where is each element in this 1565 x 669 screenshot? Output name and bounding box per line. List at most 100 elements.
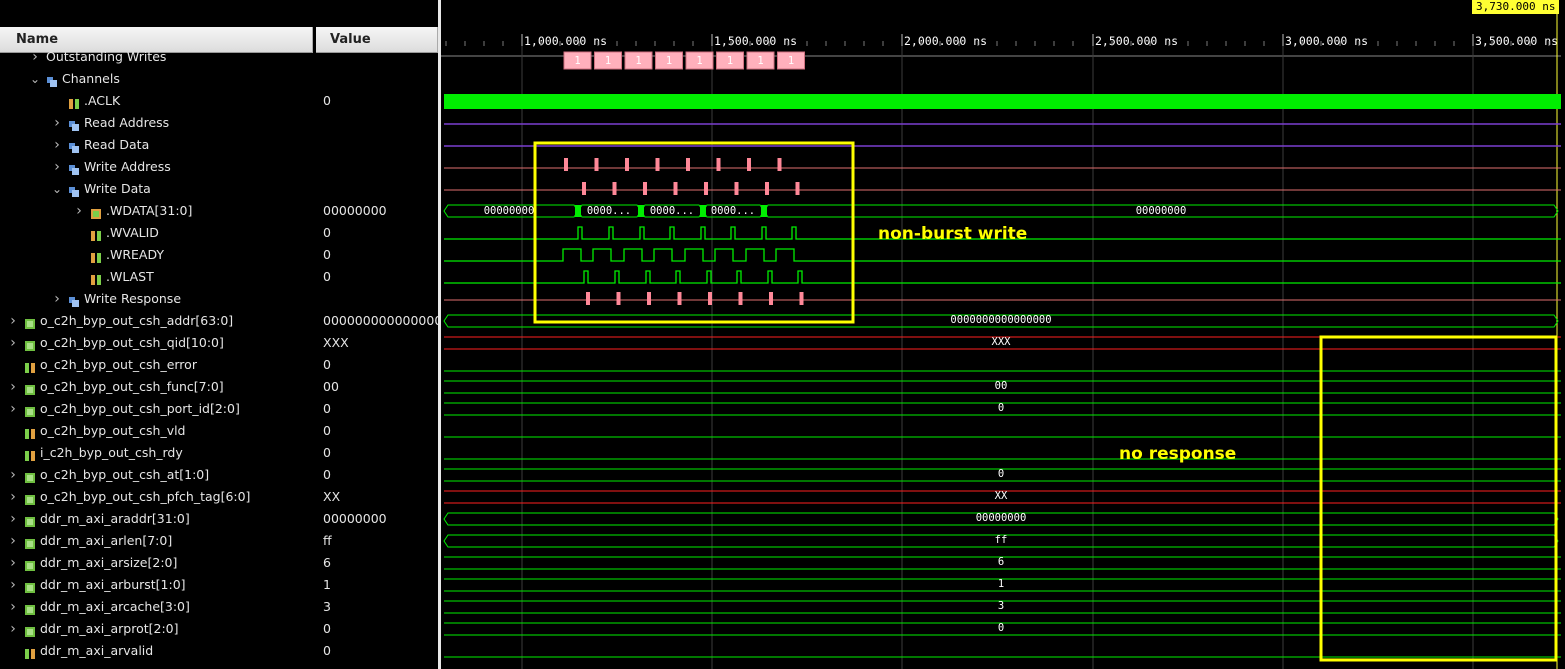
expand-chevron-icon[interactable]: › bbox=[52, 156, 62, 178]
bus-signal-icon bbox=[24, 601, 36, 615]
signal-row[interactable]: › o_c2h_byp_out_csh_func[7:0] bbox=[0, 376, 313, 398]
signal-name: i_c2h_byp_out_csh_rdy bbox=[40, 445, 183, 460]
expand-chevron-icon[interactable]: › bbox=[8, 618, 18, 640]
signal-row[interactable]: › ddr_m_axi_arprot[2:0] bbox=[0, 618, 313, 640]
signal-name: Outstanding Writes bbox=[46, 49, 167, 64]
expand-chevron-icon[interactable]: › bbox=[8, 552, 18, 574]
signal-value: 0 bbox=[323, 357, 331, 372]
expand-chevron-icon[interactable]: › bbox=[8, 376, 18, 398]
signal-name: o_c2h_byp_out_csh_addr[63:0] bbox=[40, 313, 234, 328]
signal-row[interactable]: › o_c2h_byp_out_csh_at[1:0] bbox=[0, 464, 313, 486]
signal-value: 3 bbox=[323, 599, 331, 614]
time-tick-label: 2,000.000 ns bbox=[904, 34, 987, 48]
signal-row[interactable]: › ddr_m_axi_araddr[31:0] bbox=[0, 508, 313, 530]
signal-row[interactable]: › o_c2h_byp_out_csh_pfch_tag[6:0] bbox=[0, 486, 313, 508]
signal-value: 0 bbox=[323, 269, 331, 284]
signal-value: 0 bbox=[323, 467, 331, 482]
wdata-transition-marker bbox=[575, 205, 581, 217]
expand-chevron-icon[interactable]: › bbox=[52, 288, 62, 310]
expand-chevron-icon[interactable]: › bbox=[8, 398, 18, 420]
signal-row[interactable]: › ddr_m_axi_arlen[7:0] bbox=[0, 530, 313, 552]
signal-name: Write Address bbox=[84, 159, 171, 174]
collapse-chevron-icon[interactable]: ⌄ bbox=[52, 178, 62, 200]
signal-row[interactable]: › ddr_m_axi_arburst[1:0] bbox=[0, 574, 313, 596]
expand-chevron-icon[interactable]: › bbox=[8, 596, 18, 618]
write-response-marker bbox=[647, 292, 651, 305]
signal-row[interactable]: › Write Address bbox=[0, 156, 313, 178]
signal-row[interactable]: › ddr_m_axi_arcache[3:0] bbox=[0, 596, 313, 618]
signal-row[interactable]: o_c2h_byp_out_csh_vld bbox=[0, 420, 313, 442]
expand-chevron-icon[interactable]: › bbox=[8, 530, 18, 552]
signal-name: Read Data bbox=[84, 137, 150, 152]
signal-row[interactable]: › o_c2h_byp_out_csh_port_id[2:0] bbox=[0, 398, 313, 420]
transaction-marker-label: 1 bbox=[727, 55, 733, 67]
wdata-transition-marker bbox=[700, 205, 706, 217]
signal-row[interactable]: › .WDATA[31:0] bbox=[0, 200, 313, 222]
waveform-canvas[interactable]: 1,000.000 ns 1,500.000 ns 2,000.000 ns 2,50… bbox=[441, 0, 1565, 669]
transaction-marker-label: 1 bbox=[574, 55, 580, 67]
signal-row[interactable]: › Outstanding Writes bbox=[0, 46, 313, 68]
signal-row[interactable]: o_c2h_byp_out_csh_error bbox=[0, 354, 313, 376]
expand-chevron-icon[interactable]: › bbox=[8, 508, 18, 530]
expand-chevron-icon[interactable]: › bbox=[8, 310, 18, 332]
expand-chevron-icon[interactable]: › bbox=[52, 112, 62, 134]
signal-name: .WVALID bbox=[106, 225, 159, 240]
signal-row[interactable]: i_c2h_byp_out_csh_rdy bbox=[0, 442, 313, 464]
non-burst-write-annotation: non-burst write bbox=[878, 224, 1028, 244]
expand-chevron-icon[interactable]: › bbox=[8, 332, 18, 354]
signal-value: 0 bbox=[323, 445, 331, 460]
value-column-header[interactable]: Value bbox=[316, 27, 438, 53]
wdata-transition-marker bbox=[638, 205, 644, 217]
signal-value: XXX bbox=[323, 335, 349, 350]
bit-signal-icon bbox=[68, 95, 80, 109]
signal-row[interactable]: .WVALID bbox=[0, 222, 313, 244]
arburst-wave-label: 1 bbox=[998, 578, 1004, 590]
bus-signal-icon bbox=[24, 337, 36, 351]
signal-row[interactable]: › o_c2h_byp_out_csh_qid[10:0] bbox=[0, 332, 313, 354]
signal-value: 00 bbox=[323, 379, 339, 394]
expand-chevron-icon[interactable]: › bbox=[8, 574, 18, 596]
write-data-marker bbox=[734, 182, 739, 195]
signal-row[interactable]: › Read Address bbox=[0, 112, 313, 134]
expand-chevron-icon[interactable]: › bbox=[52, 134, 62, 156]
signal-row[interactable]: ⌄ Write Data bbox=[0, 178, 313, 200]
non-burst-highlight-box bbox=[533, 141, 855, 324]
transaction-marker-label: 1 bbox=[635, 55, 641, 67]
signal-row[interactable]: .ACLK bbox=[0, 90, 313, 112]
signal-name: Channels bbox=[62, 71, 120, 86]
signal-value: XX bbox=[323, 489, 341, 504]
signal-name: Read Address bbox=[84, 115, 170, 130]
expand-chevron-icon[interactable]: › bbox=[8, 486, 18, 508]
signal-row[interactable]: ddr_m_axi_arvalid bbox=[0, 640, 313, 662]
group-icon bbox=[68, 161, 80, 175]
signal-value: 0 bbox=[323, 621, 331, 636]
expand-chevron-icon[interactable]: › bbox=[8, 464, 18, 486]
write-data-marker bbox=[582, 182, 586, 195]
signal-row[interactable]: › o_c2h_byp_out_csh_addr[63:0] bbox=[0, 310, 313, 332]
signal-row[interactable]: › ddr_m_axi_arsize[2:0] bbox=[0, 552, 313, 574]
write-address-marker bbox=[655, 158, 660, 171]
signal-row[interactable]: .WREADY bbox=[0, 244, 313, 266]
value-column: 0 00000000 0 0 0 0000000000000000 XXX 0 00 0 0 0 0 XX… bbox=[313, 0, 438, 669]
expand-chevron-icon[interactable]: › bbox=[30, 46, 40, 68]
bus-signal-icon bbox=[24, 381, 36, 395]
signal-name: Write Data bbox=[84, 181, 151, 196]
write-address-marker bbox=[625, 158, 629, 171]
write-response-marker bbox=[677, 292, 682, 305]
group-icon bbox=[68, 183, 80, 197]
signal-name: Write Response bbox=[84, 291, 182, 306]
no-response-annotation: no response bbox=[1119, 444, 1237, 464]
expand-chevron-icon[interactable]: › bbox=[74, 200, 84, 222]
collapse-chevron-icon[interactable]: ⌄ bbox=[30, 68, 40, 90]
araddr-wave-label: 00000000 bbox=[976, 512, 1027, 524]
transaction-marker-label: 1 bbox=[666, 55, 672, 67]
write-data-marker bbox=[612, 182, 617, 195]
signal-row[interactable]: › Write Response bbox=[0, 288, 313, 310]
arcache-wave-label: 3 bbox=[998, 600, 1004, 612]
signal-row[interactable]: › Read Data bbox=[0, 134, 313, 156]
signal-name: o_c2h_byp_out_csh_vld bbox=[40, 423, 186, 438]
signal-name: ddr_m_axi_arprot[2:0] bbox=[40, 621, 179, 636]
signal-row[interactable]: .WLAST bbox=[0, 266, 313, 288]
group-icon bbox=[46, 73, 58, 87]
signal-row[interactable]: ⌄ Channels bbox=[0, 68, 313, 90]
